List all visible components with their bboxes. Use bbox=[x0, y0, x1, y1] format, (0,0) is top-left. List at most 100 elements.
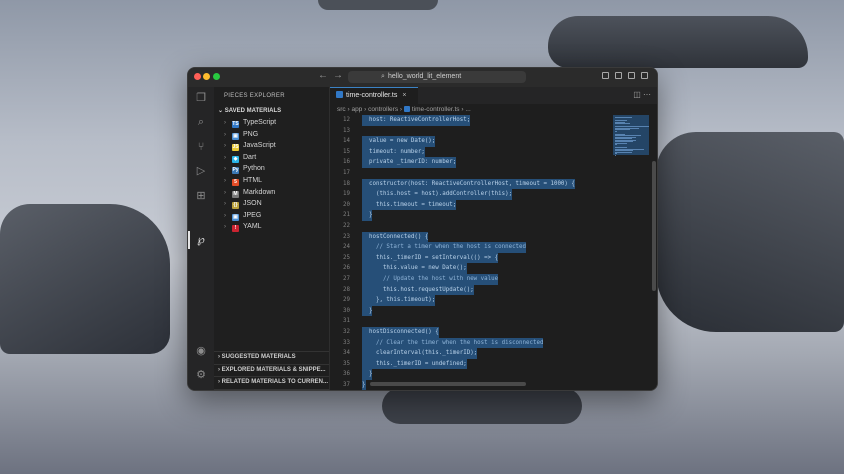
pieces-icon[interactable]: ℘ bbox=[195, 234, 207, 246]
language-icon: TS bbox=[232, 121, 239, 128]
sidebar-section-header[interactable]: › SUGGESTED MATERIALS bbox=[214, 351, 329, 364]
code-line: 33 // Clear the timer when the host is d… bbox=[330, 337, 610, 349]
line-number: 22 bbox=[343, 223, 350, 229]
source-control-icon[interactable]: ⑂ bbox=[195, 141, 207, 153]
minimap[interactable] bbox=[613, 115, 655, 385]
toggle-panel-icon[interactable] bbox=[615, 72, 622, 79]
breadcrumb-more[interactable]: ... bbox=[465, 106, 470, 113]
saved-material-label: Dart bbox=[243, 153, 257, 161]
search-icon[interactable]: ⌕ bbox=[195, 116, 207, 128]
code-text: host: ReactiveControllerHost; bbox=[362, 115, 471, 126]
code-line: 18 constructor(host: ReactiveControllerH… bbox=[330, 178, 610, 190]
line-number: 26 bbox=[343, 265, 350, 272]
toggle-secondary-sidebar-icon[interactable] bbox=[628, 72, 635, 79]
saved-material-label: JSON bbox=[243, 200, 262, 208]
saved-material-label: TypeScript bbox=[243, 119, 277, 126]
saved-material-item[interactable]: › 5 HTML bbox=[224, 175, 328, 187]
saved-material-item[interactable]: ›{} JSON bbox=[224, 198, 328, 210]
line-number: 23 bbox=[343, 233, 350, 240]
code-text: value = new Date(); bbox=[362, 136, 436, 147]
saved-material-item[interactable]: › ▣ JPEG bbox=[224, 210, 328, 222]
account-icon[interactable]: ◉ bbox=[195, 345, 207, 357]
code-text: hostDisconnected() { bbox=[362, 327, 439, 338]
language-icon: ▣ bbox=[232, 132, 239, 140]
breadcrumb-item[interactable]: controllers bbox=[368, 106, 398, 113]
line-number: 13 bbox=[343, 127, 350, 134]
close-tab-icon[interactable]: × bbox=[402, 92, 406, 99]
breadcrumb-file[interactable]: time-controller.ts bbox=[412, 106, 460, 113]
line-number: 29 bbox=[343, 297, 350, 304]
minimap-line bbox=[615, 154, 616, 156]
toggle-sidebar-icon[interactable] bbox=[602, 72, 609, 79]
language-icon: 5 bbox=[232, 178, 239, 186]
background-rock bbox=[382, 388, 582, 424]
run-debug-icon[interactable]: ▷ bbox=[195, 165, 207, 177]
saved-material-label: HTML bbox=[243, 176, 263, 184]
vscode-window: ← → ⌕ hello_world_lit_element ❐ ⌕ ⑂ ▷ ⊞ … bbox=[187, 67, 658, 391]
activity-bar: ❐ ⌕ ⑂ ▷ ⊞ ℘ ◉ ⚙ bbox=[188, 87, 214, 390]
maximize-window-button[interactable] bbox=[213, 73, 220, 80]
code-text: constructor(host: ReactiveControllerHost… bbox=[362, 178, 575, 190]
saved-material-label: Markdown bbox=[243, 188, 276, 196]
sidebar-section-header[interactable]: › RELATED MATERIALS TO CURREN... bbox=[214, 376, 329, 389]
breadcrumb-item[interactable]: app bbox=[351, 106, 362, 113]
saved-material-label: YAML bbox=[243, 223, 262, 231]
saved-material-item[interactable]: › Py Python bbox=[224, 163, 328, 175]
code-line: 25 this._timerID = setInterval(() => { bbox=[330, 252, 610, 264]
code-text: } bbox=[362, 305, 373, 317]
language-icon: Py bbox=[232, 167, 239, 175]
forward-arrow-icon[interactable]: → bbox=[333, 70, 343, 81]
line-number: 14 bbox=[343, 138, 350, 145]
settings-gear-icon[interactable]: ⚙ bbox=[195, 369, 207, 381]
code-line: 13 bbox=[330, 126, 610, 137]
back-arrow-icon[interactable]: ← bbox=[318, 70, 328, 81]
saved-materials-header[interactable]: ⌄ SAVED MATERIALS bbox=[218, 107, 281, 114]
background-rock bbox=[656, 132, 844, 332]
line-number: 32 bbox=[343, 329, 350, 335]
minimize-window-button[interactable] bbox=[203, 73, 210, 80]
code-line: 27 // Update the host with new value bbox=[330, 274, 610, 285]
saved-material-item[interactable]: › TS TypeScript bbox=[224, 117, 328, 129]
search-text: hello_world_lit_element bbox=[388, 73, 462, 80]
line-number: 16 bbox=[343, 159, 350, 166]
saved-material-item[interactable]: ›! YAML bbox=[224, 221, 328, 233]
line-number: 15 bbox=[343, 148, 350, 155]
saved-material-item[interactable]: › ▣ PNG bbox=[224, 129, 328, 141]
extensions-icon[interactable]: ⊞ bbox=[195, 190, 207, 202]
split-editor-icon[interactable]: ◫ ⋯ bbox=[633, 90, 651, 99]
saved-material-label: JPEG bbox=[243, 211, 262, 219]
code-text: } bbox=[362, 369, 373, 380]
line-number: 27 bbox=[343, 276, 350, 282]
sidebar-section-header[interactable]: › EXPLORED MATERIALS & SNIPPE... bbox=[214, 363, 329, 377]
tab-time-controller[interactable]: time-controller.ts × bbox=[330, 87, 418, 104]
saved-material-item[interactable]: › ◆ Dart bbox=[224, 152, 328, 164]
horizontal-scrollbar[interactable] bbox=[370, 382, 526, 386]
code-text: private _timerID: number; bbox=[362, 157, 457, 168]
line-number: 33 bbox=[343, 339, 350, 346]
sidebar-section-header[interactable]: › CONNECT bbox=[214, 388, 329, 391]
line-number: 24 bbox=[343, 244, 350, 251]
close-window-button[interactable] bbox=[194, 73, 201, 80]
line-number: 21 bbox=[343, 212, 350, 219]
code-line: 17 bbox=[330, 168, 610, 179]
code-text: // Update the host with new value bbox=[362, 274, 499, 285]
language-icon: {} bbox=[232, 202, 239, 210]
minimap-line bbox=[615, 130, 617, 132]
code-text: timeout: number; bbox=[362, 146, 425, 158]
explorer-icon[interactable]: ❐ bbox=[195, 92, 207, 104]
customize-layout-icon[interactable] bbox=[641, 72, 648, 79]
code-text: }, this.timeout); bbox=[362, 295, 436, 306]
saved-material-item[interactable]: › JS JavaScript bbox=[224, 140, 328, 152]
code-line: 15 timeout: number; bbox=[330, 146, 610, 158]
code-line: 31 bbox=[330, 316, 610, 327]
line-number: 30 bbox=[343, 307, 350, 314]
saved-material-item[interactable]: › M Markdown bbox=[224, 187, 328, 199]
vertical-scrollbar[interactable] bbox=[652, 161, 656, 291]
tab-label: time-controller.ts bbox=[346, 92, 398, 99]
command-center-search[interactable]: ⌕ hello_world_lit_element bbox=[348, 71, 526, 83]
minimap-line bbox=[615, 117, 633, 118]
language-icon: JS bbox=[232, 144, 239, 152]
code-editor[interactable]: 12 host: ReactiveControllerHost; 13 14 val… bbox=[330, 115, 610, 390]
line-number: 31 bbox=[343, 318, 350, 325]
breadcrumb-item[interactable]: src bbox=[337, 106, 346, 113]
